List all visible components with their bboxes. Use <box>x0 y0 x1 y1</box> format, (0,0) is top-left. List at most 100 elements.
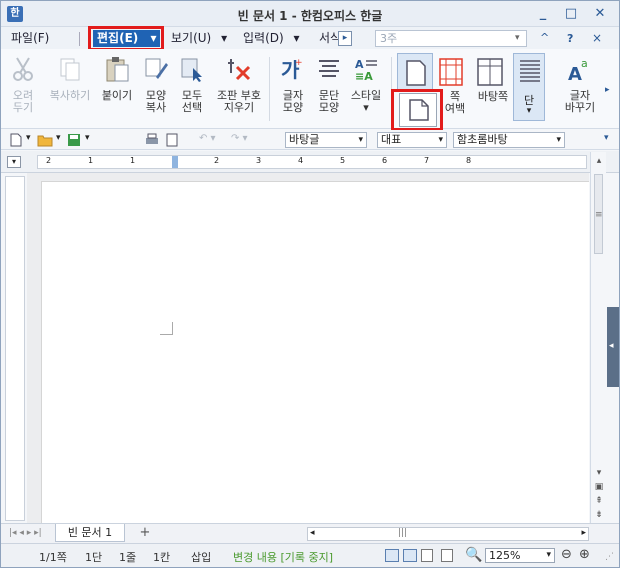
scroll-down-button[interactable]: ▾ <box>592 466 606 480</box>
undo-icon[interactable]: ↶ ▾ <box>199 133 216 144</box>
select-all-label-2: 선택 <box>181 101 203 114</box>
zoom-out-button[interactable]: ⊖ <box>561 547 572 562</box>
ruler-label: 1 <box>88 156 94 165</box>
page-border-icon <box>439 58 463 86</box>
ribbon-collapse-button[interactable]: ^ <box>540 31 549 44</box>
paste-label: 붙이기 <box>101 89 133 102</box>
ruler-scale: 2 1 1 2 3 4 5 6 7 8 <box>37 155 587 169</box>
menu-more-button[interactable]: ▸ <box>338 31 352 46</box>
tab-stop-button[interactable]: ▾ <box>7 156 21 168</box>
close-button[interactable]: ✕ <box>589 5 611 23</box>
preview-icon[interactable] <box>165 133 179 147</box>
chevron-down-icon: ▾ <box>526 106 532 116</box>
style-combo[interactable]: 바탕글 ▾ <box>285 132 367 148</box>
toolbar-more-button[interactable]: ▾ <box>604 133 609 143</box>
status-insert-mode[interactable]: 삽입 <box>191 549 211 565</box>
highlight-edit-menu <box>88 26 164 51</box>
style-button[interactable]: A ≡A 스타일 ▾ <box>347 55 385 114</box>
resize-grip-icon[interactable]: ⋰ <box>605 552 614 562</box>
menu-divider <box>79 32 80 46</box>
font-combo[interactable]: 함초롬바탕 ▾ <box>453 132 565 148</box>
chevron-down-icon[interactable]: ▾ <box>26 133 31 143</box>
add-tab-button[interactable]: + <box>133 525 157 541</box>
chevron-down-icon[interactable]: ▾ <box>515 33 520 43</box>
help-button[interactable]: ? <box>567 32 573 45</box>
page-border-button[interactable] <box>437 57 465 90</box>
scroll-grip-icon: ||| <box>398 528 408 538</box>
print-icon[interactable] <box>145 133 159 147</box>
paste-button[interactable]: 붙이기 <box>97 55 137 102</box>
status-track-changes[interactable]: 변경 내용 [기록 중지] <box>233 549 333 565</box>
chevron-down-icon: ▾ <box>546 550 551 560</box>
new-doc-icon[interactable] <box>9 133 23 147</box>
scroll-right-button[interactable]: ▸ <box>581 528 586 538</box>
view-page-icon[interactable] <box>403 549 417 562</box>
ruler-label: 7 <box>424 156 430 165</box>
chevron-down-icon: ▾ <box>358 135 363 145</box>
para-shape-button[interactable]: 문단 모양 <box>311 55 347 114</box>
view-normal-icon[interactable] <box>385 549 399 562</box>
prev-page-button[interactable]: ⇞ <box>592 494 606 508</box>
zoom-in-button[interactable]: ⊕ <box>579 547 590 562</box>
select-all-button[interactable]: 모두 선택 <box>175 55 209 114</box>
chevron-down-icon[interactable]: ▾ <box>56 133 61 143</box>
menu-file[interactable]: 파일(F) <box>11 30 49 47</box>
search-input[interactable]: 3주 <box>375 30 527 47</box>
page-layout-button[interactable] <box>397 53 433 91</box>
horizontal-scrollbar[interactable]: ◂ ||| ▸ <box>307 527 589 541</box>
scroll-left-button[interactable]: ◂ <box>310 528 315 538</box>
svg-text:A: A <box>568 64 582 83</box>
cut-button[interactable]: 오려 두기 <box>5 55 41 114</box>
maximize-button[interactable]: □ <box>560 5 582 23</box>
horizontal-ruler: ▾ 2 1 1 2 3 4 5 6 7 8 <box>1 151 619 173</box>
chevron-down-icon[interactable]: ▾ <box>85 133 90 143</box>
char-shape-icon: 가+ <box>281 58 303 82</box>
format-copy-button[interactable]: 모양 복사 <box>139 55 173 114</box>
minimize-button[interactable]: _ <box>532 5 554 23</box>
app-window: 한 빈 문서 1 - 한컴오피스 한글 _ □ ✕ 파일(F) 편집(E) ▾ … <box>0 0 620 568</box>
language-combo[interactable]: 대표 ▾ <box>377 132 447 148</box>
zoom-icon[interactable]: 🔍 <box>465 547 482 563</box>
ruler-label: 1 <box>130 156 136 165</box>
tab-nav-buttons[interactable]: |◂ ◂ ▸ ▸| <box>9 528 42 538</box>
view-multi-page-icon[interactable] <box>441 549 453 562</box>
doc-close-button[interactable]: × <box>592 31 602 45</box>
save-icon[interactable] <box>67 133 81 147</box>
background-page-button[interactable]: 바탕쪽 <box>473 91 513 103</box>
brush-icon <box>145 58 168 79</box>
status-bar: 1/1쪽 1단 1줄 1칸 삽입 변경 내용 [기록 중지] 🔍 125% ▾ … <box>1 543 619 567</box>
chevron-down-icon: ▾ <box>438 135 443 145</box>
menu-input[interactable]: 입력(D) ▾ <box>243 30 300 47</box>
zoom-combo[interactable]: 125% ▾ <box>485 548 555 563</box>
redo-icon[interactable]: ↷ ▾ <box>231 133 248 144</box>
page-view-icon[interactable]: ▣ <box>592 480 606 494</box>
clear-format-label-2: 지우기 <box>223 101 255 114</box>
menu-view[interactable]: 보기(U) ▾ <box>171 30 227 47</box>
char-shape-button[interactable]: 가 + 글자 모양 <box>275 55 311 114</box>
scroll-up-button[interactable]: ▴ <box>592 154 606 168</box>
open-folder-icon[interactable] <box>37 133 53 147</box>
copy-button[interactable]: 복사하기 <box>45 55 95 102</box>
next-page-button[interactable]: ⇟ <box>592 508 606 522</box>
svg-text:+: + <box>295 58 303 68</box>
columns-button[interactable]: 단 ▾ <box>513 53 545 121</box>
language-combo-value: 대표 <box>381 133 402 146</box>
tab-document[interactable]: 빈 문서 1 <box>55 524 125 542</box>
svg-text:≡A: ≡A <box>355 70 373 83</box>
document-page[interactable] <box>41 181 589 523</box>
zoom-value: 125% <box>489 549 521 562</box>
side-panel-handle[interactable]: ◂ <box>607 307 619 387</box>
copy-label: 복사하기 <box>49 89 91 102</box>
document-canvas <box>27 173 589 523</box>
header-footer-button[interactable] <box>475 57 505 90</box>
indent-marker[interactable] <box>172 156 178 168</box>
status-page[interactable]: 1/1쪽 <box>39 549 67 565</box>
para-shape-icon <box>319 60 339 77</box>
view-single-page-icon[interactable] <box>421 549 433 562</box>
ribbon-more-button[interactable]: ▸ <box>605 85 610 95</box>
page-icon <box>406 60 426 86</box>
clear-format-button[interactable]: 조판 부호 지우기 <box>211 55 267 114</box>
vertical-scrollbar[interactable]: ▴ ≡ ▾ ▣ ⇞ ⇟ <box>590 152 606 523</box>
change-char-button[interactable]: Aa 글자 바꾸기 <box>557 55 603 114</box>
title-bar: 한 빈 문서 1 - 한컴오피스 한글 _ □ ✕ <box>1 1 619 27</box>
